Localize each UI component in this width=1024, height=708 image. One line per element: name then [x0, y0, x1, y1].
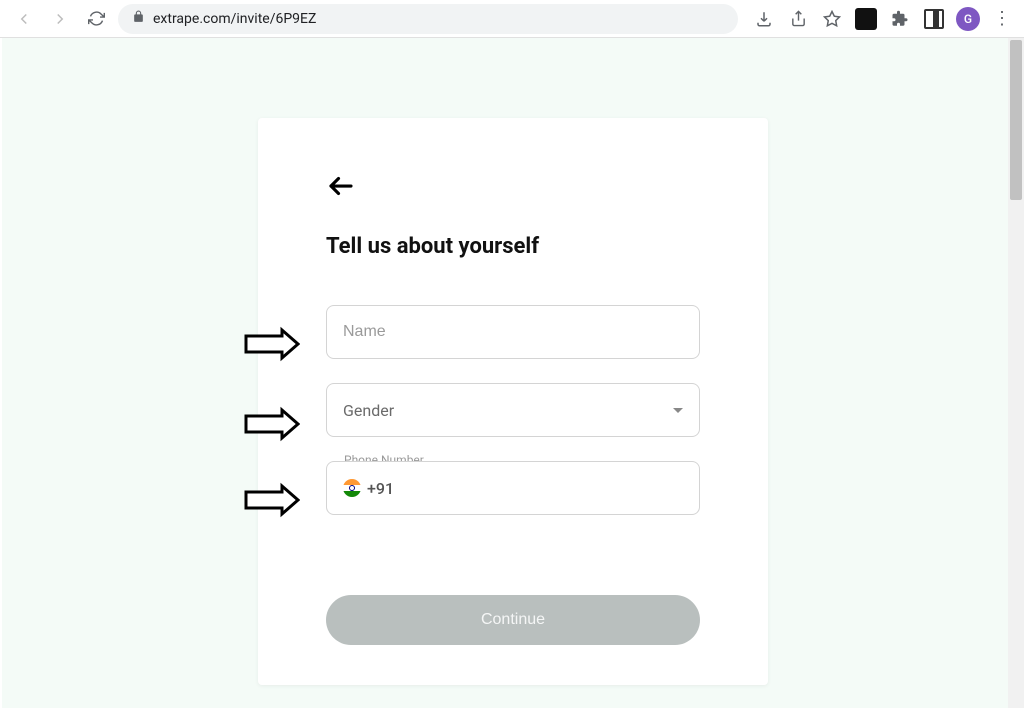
name-input[interactable]: [343, 323, 683, 341]
sidepanel-icon[interactable]: [922, 7, 946, 31]
scrollbar-thumb[interactable]: [1010, 40, 1022, 200]
nav-back-button[interactable]: [10, 5, 38, 33]
annotation-arrow-icon: [244, 326, 300, 362]
phone-input[interactable]: [398, 479, 683, 497]
gender-select[interactable]: Gender: [326, 383, 700, 437]
bookmark-star-icon[interactable]: [820, 7, 844, 31]
extensions-puzzle-icon[interactable]: [888, 7, 912, 31]
profile-avatar[interactable]: G: [956, 7, 980, 31]
share-icon[interactable]: [786, 7, 810, 31]
page-viewport: Tell us about yourself Gender Phone Numb…: [0, 38, 1024, 708]
more-menu-icon[interactable]: ⋮: [990, 7, 1014, 31]
nav-forward-button[interactable]: [46, 5, 74, 33]
url-text: extrape.com/invite/6P9EZ: [153, 11, 316, 27]
back-button[interactable]: [326, 166, 366, 206]
name-input-wrap: [326, 305, 700, 359]
chevron-down-icon: [673, 408, 683, 413]
india-flag-icon[interactable]: [343, 479, 361, 497]
phone-input-wrap: +91: [326, 461, 700, 515]
annotation-arrow-icon: [244, 482, 300, 518]
extension-badge-icon[interactable]: [854, 7, 878, 31]
dialcode-text: +91: [367, 479, 394, 498]
install-icon[interactable]: [752, 7, 776, 31]
lock-icon: [132, 10, 145, 27]
gender-label: Gender: [343, 401, 394, 420]
signup-card: Tell us about yourself Gender Phone Numb…: [258, 118, 768, 685]
continue-button[interactable]: Continue: [326, 595, 700, 645]
form-title: Tell us about yourself: [326, 234, 700, 259]
reload-button[interactable]: [82, 5, 110, 33]
browser-toolbar: extrape.com/invite/6P9EZ G ⋮: [0, 0, 1024, 38]
toolbar-actions: G ⋮: [746, 7, 1014, 31]
address-bar[interactable]: extrape.com/invite/6P9EZ: [118, 4, 738, 34]
scrollbar-track[interactable]: [1008, 38, 1024, 708]
annotation-arrow-icon: [244, 406, 300, 442]
